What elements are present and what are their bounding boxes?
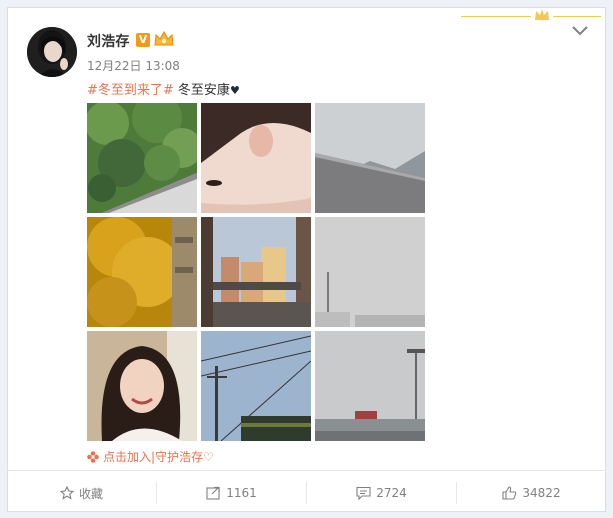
action-divider	[7, 470, 606, 471]
like-button[interactable]: 34822	[457, 478, 606, 508]
photo-overpass[interactable]	[315, 331, 425, 441]
fan-club-label: 点击加入|守护浩存♡	[103, 450, 214, 464]
comment-button[interactable]: 2724	[307, 478, 456, 508]
like-count: 34822	[522, 486, 561, 500]
photo-hazy-sky[interactable]	[315, 217, 425, 327]
photo-grid	[87, 103, 425, 441]
photo-city-buildings[interactable]	[201, 217, 311, 327]
header-decoration	[461, 8, 601, 24]
fan-club-link[interactable]: 点击加入|守护浩存♡	[87, 448, 214, 465]
chevron-down-icon[interactable]	[571, 24, 589, 38]
favorite-label: 收藏	[78, 486, 103, 501]
thumbs-up-icon	[502, 486, 517, 500]
photo-green-foliage[interactable]	[87, 103, 197, 213]
repost-button[interactable]: 1161	[157, 478, 306, 508]
crown-icon	[535, 9, 549, 20]
flower-icon	[87, 451, 99, 463]
member-crown-icon[interactable]	[153, 30, 175, 48]
favorite-button[interactable]: 收藏	[7, 478, 156, 508]
post-text: #冬至到来了# 冬至安康♥	[87, 79, 240, 98]
post-time[interactable]: 12月22日 13:08	[87, 57, 180, 74]
share-icon	[206, 486, 220, 500]
repost-count: 1161	[226, 486, 257, 500]
photo-grey-sky-wall[interactable]	[315, 103, 425, 213]
photo-power-lines[interactable]	[201, 331, 311, 441]
author-name[interactable]: 刘浩存	[87, 31, 130, 51]
comment-count: 2724	[376, 486, 407, 500]
heart-icon: ♥	[229, 84, 240, 97]
photo-yellow-ginkgo[interactable]	[87, 217, 197, 327]
topic-link[interactable]: #冬至到来了#	[87, 83, 174, 98]
star-icon	[59, 486, 74, 500]
photo-face-closeup[interactable]	[201, 103, 311, 213]
avatar[interactable]	[27, 27, 77, 77]
comment-icon	[356, 486, 371, 500]
photo-smiling-portrait[interactable]	[87, 331, 197, 441]
post-body: 冬至安康	[173, 83, 230, 98]
verified-icon: V	[136, 33, 150, 47]
